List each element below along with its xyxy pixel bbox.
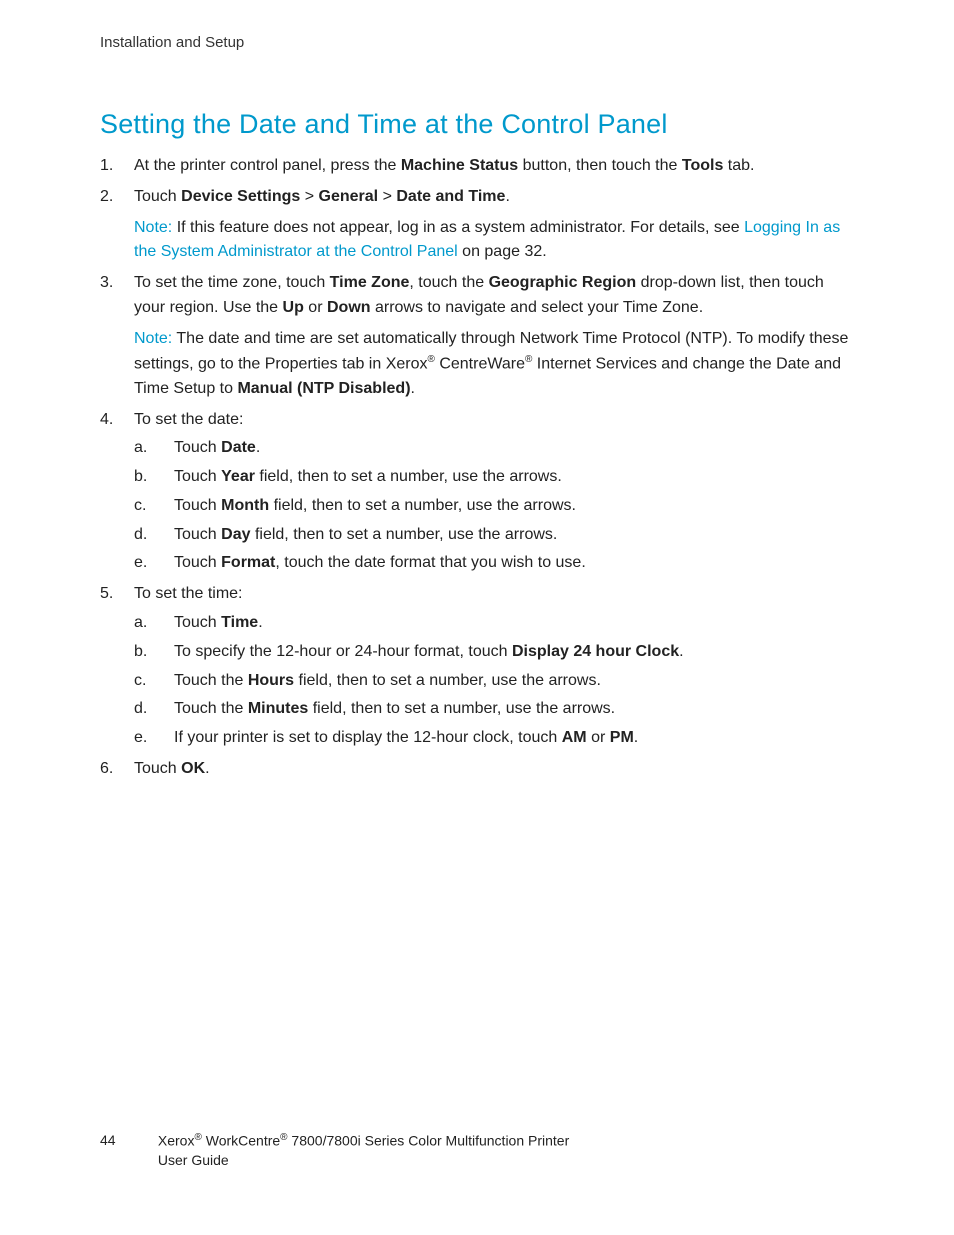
bold: Year (221, 468, 255, 485)
step-2: Touch Device Settings > General > Date a… (100, 185, 854, 265)
page-footer: 44 Xerox® WorkCentre® 7800/7800i Series … (100, 1131, 569, 1171)
text: . (634, 729, 638, 746)
text: To set the date: (134, 411, 243, 428)
text: . (205, 760, 209, 777)
running-header: Installation and Setup (100, 34, 854, 51)
text: > (300, 188, 318, 205)
step-1: At the printer control panel, press the … (100, 154, 854, 179)
text: If this feature does not appear, log in … (172, 219, 744, 236)
text: WorkCentre (202, 1133, 280, 1149)
bold: Month (221, 497, 269, 514)
text: Touch (134, 760, 181, 777)
step-3: To set the time zone, touch Time Zone, t… (100, 271, 854, 401)
text: arrows to navigate and select your Time … (371, 299, 704, 316)
bold: Up (283, 299, 304, 316)
bold: Date and Time (396, 188, 505, 205)
text: field, then to set a number, use the arr… (251, 526, 558, 543)
substep: Touch Date. (134, 436, 854, 461)
text: button, then touch the (518, 157, 682, 174)
substep: Touch Day field, then to set a number, u… (134, 523, 854, 548)
substep: To specify the 12-hour or 24-hour format… (134, 640, 854, 665)
substep: Touch Format, touch the date format that… (134, 551, 854, 576)
bold: Time (221, 614, 258, 631)
bold: Format (221, 554, 275, 571)
steps-list: At the printer control panel, press the … (100, 154, 854, 782)
substep: Touch the Minutes field, then to set a n… (134, 697, 854, 722)
step-5: To set the time: Touch Time. To specify … (100, 582, 854, 751)
text: At the printer control panel, press the (134, 157, 401, 174)
bold: Machine Status (401, 157, 518, 174)
text: . (258, 614, 262, 631)
text: Touch (174, 439, 221, 456)
step-6: Touch OK. (100, 757, 854, 782)
text: To set the time zone, touch (134, 274, 330, 291)
text: on page 32. (458, 243, 547, 260)
text: . (505, 188, 509, 205)
text: Touch (174, 614, 221, 631)
registered-icon: ® (428, 354, 435, 365)
text: Touch (174, 468, 221, 485)
registered-icon: ® (280, 1132, 287, 1143)
text: field, then to set a number, use the arr… (294, 672, 601, 689)
page-number: 44 (100, 1131, 154, 1151)
text: or (304, 299, 327, 316)
substep: Touch Time. (134, 611, 854, 636)
substep: If your printer is set to display the 12… (134, 726, 854, 751)
bold: Day (221, 526, 250, 543)
substep: Touch the Hours field, then to set a num… (134, 669, 854, 694)
text: CentreWare (435, 355, 525, 372)
text: Touch (174, 497, 221, 514)
bold: AM (562, 729, 587, 746)
text: , touch the (409, 274, 488, 291)
text: If your printer is set to display the 12… (174, 729, 562, 746)
text: User Guide (158, 1152, 229, 1168)
step-4: To set the date: Touch Date. Touch Year … (100, 408, 854, 577)
bold: Geographic Region (489, 274, 637, 291)
text: Touch the (174, 700, 248, 717)
bold: Down (327, 299, 371, 316)
bold: PM (610, 729, 634, 746)
bold: Time Zone (330, 274, 410, 291)
text: . (411, 380, 415, 397)
bold: Minutes (248, 700, 308, 717)
text: Touch (134, 188, 181, 205)
footer-text: Xerox® WorkCentre® 7800/7800i Series Col… (158, 1131, 569, 1171)
text: To set the time: (134, 585, 243, 602)
page-title: Setting the Date and Time at the Control… (100, 109, 854, 140)
bold: OK (181, 760, 205, 777)
text: field, then to set a number, use the arr… (255, 468, 562, 485)
text: Touch (174, 526, 221, 543)
text: Touch (174, 554, 221, 571)
text: field, then to set a number, use the arr… (308, 700, 615, 717)
text: To specify the 12-hour or 24-hour format… (174, 643, 512, 660)
text: > (378, 188, 396, 205)
text: or (587, 729, 610, 746)
bold: Hours (248, 672, 294, 689)
note-label: Note: (134, 330, 172, 347)
text: field, then to set a number, use the arr… (269, 497, 576, 514)
note-label: Note: (134, 219, 172, 236)
substep: Touch Month field, then to set a number,… (134, 494, 854, 519)
text: 7800/7800i Series Color Multifunction Pr… (288, 1133, 570, 1149)
note: Note: The date and time are set automati… (134, 327, 854, 402)
text: Touch the (174, 672, 248, 689)
substeps: Touch Time. To specify the 12-hour or 24… (134, 611, 854, 751)
substep: Touch Year field, then to set a number, … (134, 465, 854, 490)
bold: Manual (NTP Disabled) (237, 380, 410, 397)
bold: Date (221, 439, 256, 456)
bold: General (319, 188, 379, 205)
text: Xerox (158, 1133, 195, 1149)
text: . (679, 643, 683, 660)
substeps: Touch Date. Touch Year field, then to se… (134, 436, 854, 576)
bold: Device Settings (181, 188, 300, 205)
registered-icon: ® (194, 1132, 201, 1143)
bold: Display 24 hour Clock (512, 643, 679, 660)
text: tab. (723, 157, 754, 174)
bold: Tools (682, 157, 723, 174)
note: Note: If this feature does not appear, l… (134, 216, 854, 266)
text: , touch the date format that you wish to… (275, 554, 585, 571)
text: . (256, 439, 260, 456)
